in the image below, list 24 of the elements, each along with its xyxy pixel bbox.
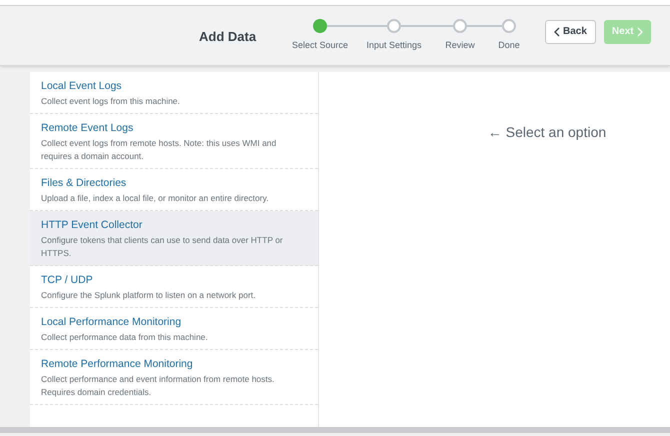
source-description: Collect event logs from this machine. bbox=[41, 95, 181, 108]
source-description: Collect performance data from this machine. bbox=[41, 331, 209, 344]
page-title: Add Data bbox=[199, 28, 258, 46]
source-title: Remote Performance Monitoring bbox=[41, 358, 194, 371]
step-label: Input Settings bbox=[366, 38, 422, 52]
source-title: Remote Event Logs bbox=[41, 122, 134, 135]
source-description: Collect performance and event information from remote hosts. Requires domain credentials. bbox=[41, 373, 276, 399]
step-label: Review bbox=[445, 38, 475, 52]
source-option[interactable]: HTTP Event Collector Configure tokens that clients can use to send data over HTTP or HTTPS. bbox=[30, 211, 318, 266]
source-description: Configure tokens that clients can use to send data over HTTP or HTTPS. bbox=[41, 234, 284, 260]
source-title: Files & Directories bbox=[41, 177, 128, 190]
select-option-hint: ← Select an option bbox=[488, 123, 606, 140]
source-title: Local Event Logs bbox=[41, 80, 123, 93]
chevron-right-icon bbox=[636, 26, 643, 36]
step-label: Done bbox=[498, 38, 520, 52]
chevron-left-icon bbox=[554, 26, 560, 36]
source-title: HTTP Event Collector bbox=[41, 219, 144, 232]
source-description: Configure the Splunk platform to listen on a network port. bbox=[41, 289, 257, 302]
back-button[interactable]: Back bbox=[545, 20, 596, 44]
source-description: Upload a file, index a local file, or monitor an entire directory. bbox=[41, 192, 270, 205]
step-label: Select Source bbox=[292, 38, 348, 52]
source-description: Collect event logs from remote hosts. Note: this uses WMI and requires a domain account. bbox=[41, 137, 278, 163]
source-title: TCP / UDP bbox=[41, 274, 94, 287]
source-title: Local Performance Monitoring bbox=[41, 316, 182, 329]
